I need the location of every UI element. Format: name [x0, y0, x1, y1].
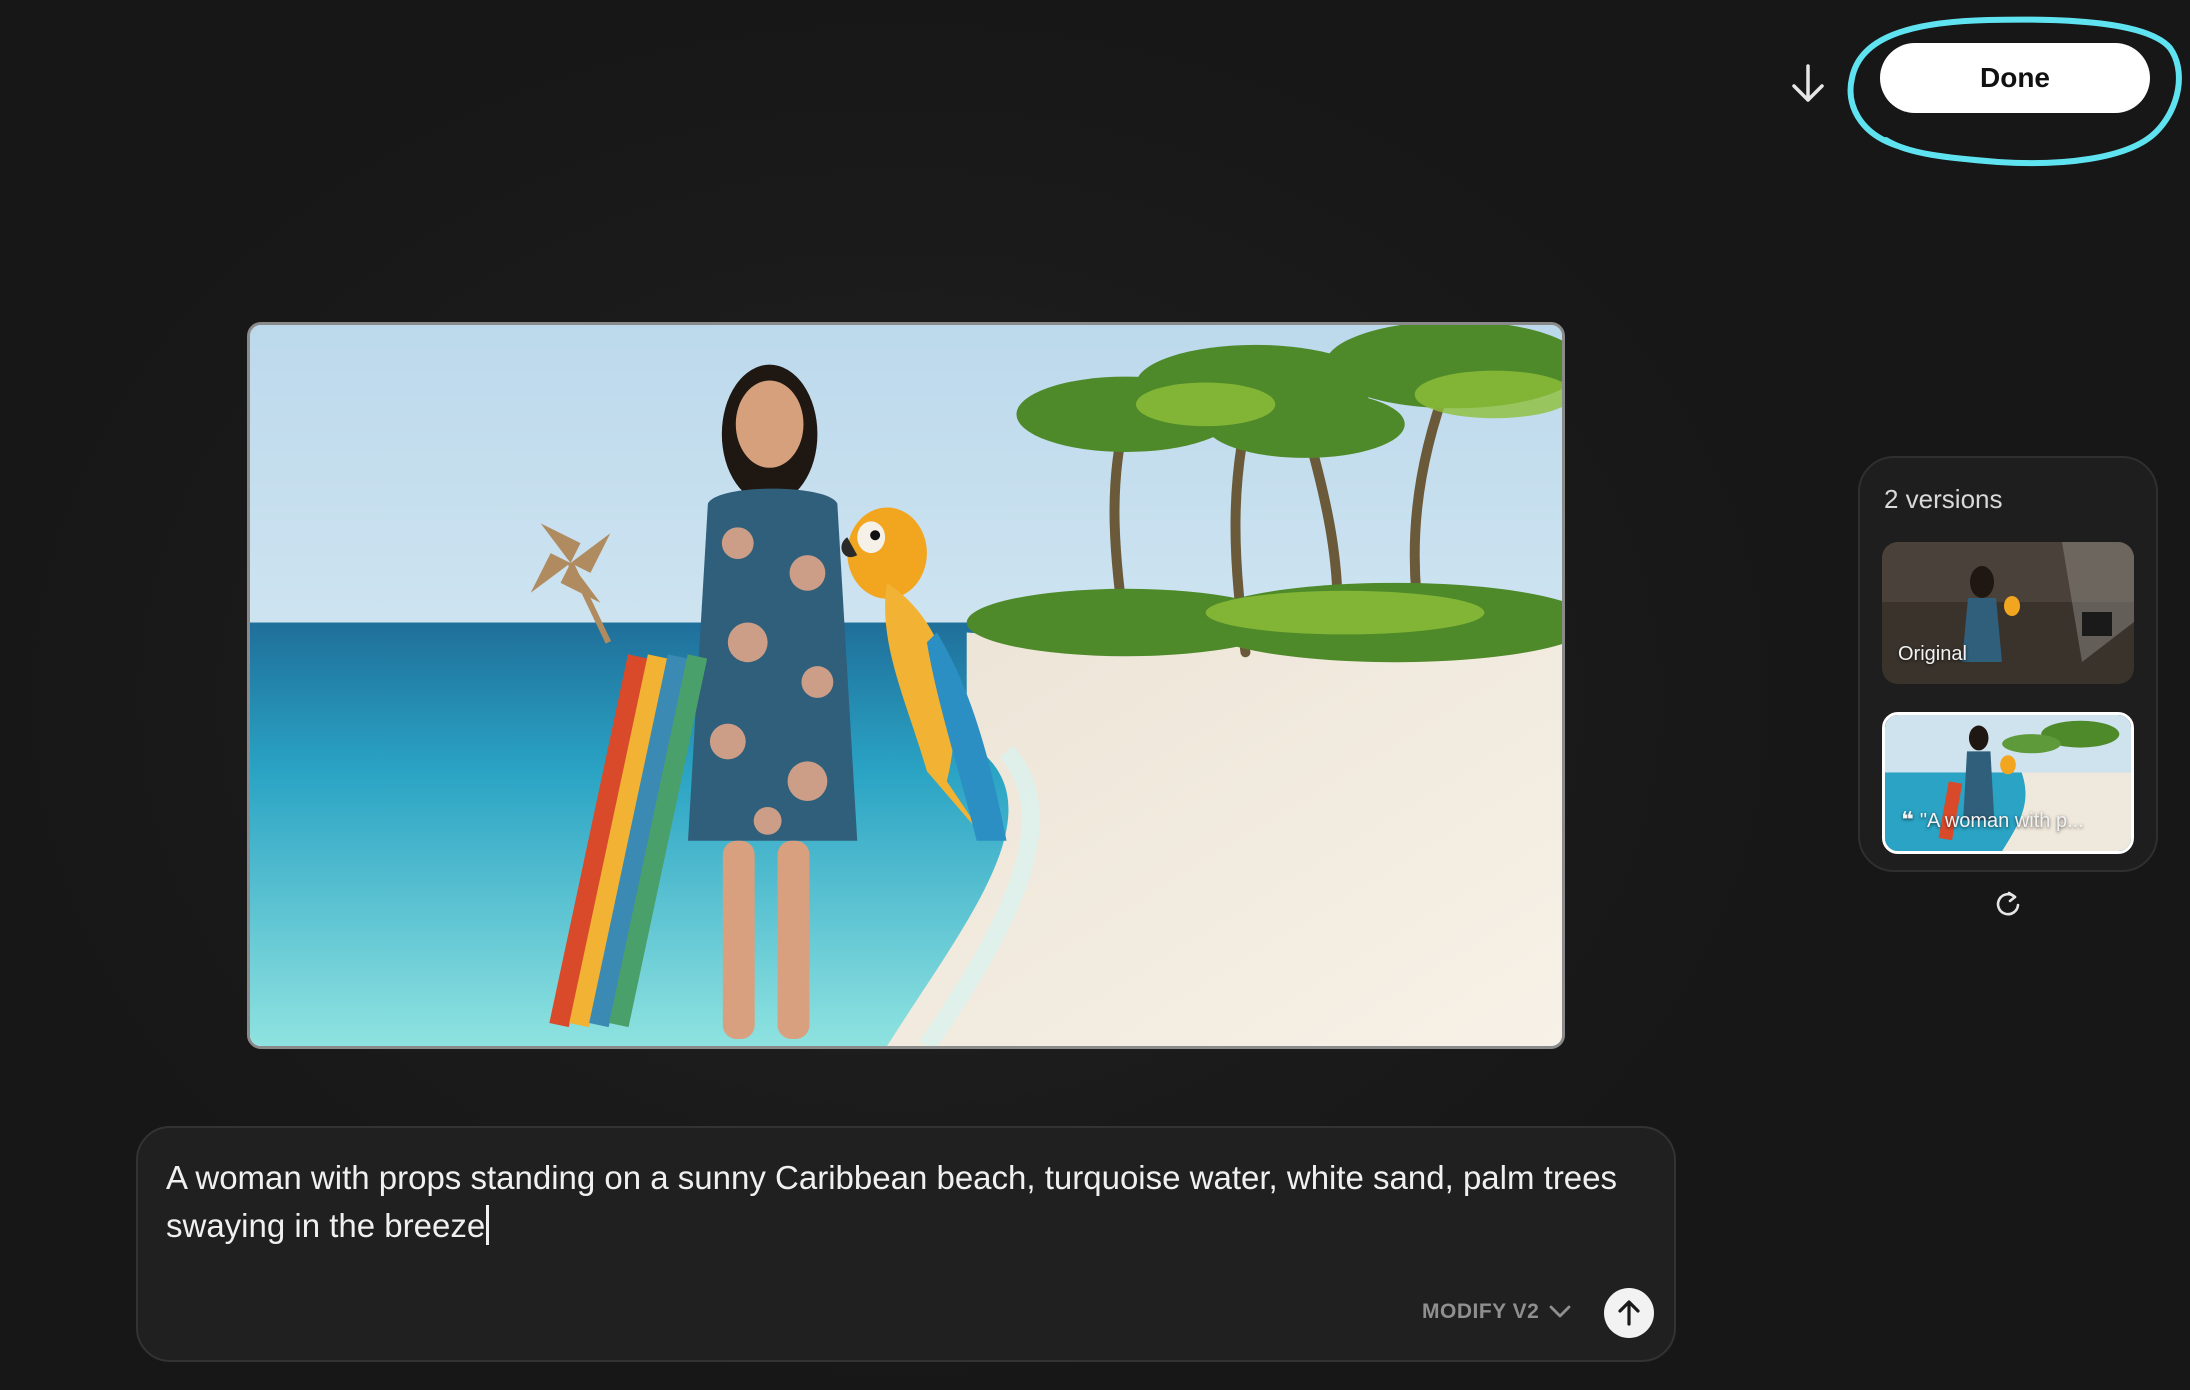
arrow-down-icon: [1792, 64, 1824, 102]
send-button[interactable]: [1604, 1288, 1654, 1338]
version-label: Original: [1898, 643, 1967, 665]
refresh-button[interactable]: [1990, 886, 2026, 922]
version-label: ❝ "A woman with p...: [1901, 807, 2084, 833]
chevron-down-icon: [1549, 1305, 1571, 1318]
version-card-prompt[interactable]: ❝ "A woman with p...: [1882, 712, 2134, 854]
done-button[interactable]: Done: [1880, 43, 2150, 113]
arrow-up-icon: [1618, 1300, 1640, 1326]
prompt-text: A woman with props standing on a sunny C…: [166, 1159, 1618, 1244]
model-select-label: MODIFY V2: [1422, 1300, 1540, 1323]
version-label-text: "A woman with p...: [1919, 810, 2084, 832]
model-select[interactable]: MODIFY V2: [1422, 1292, 1571, 1332]
versions-panel: 2 versions Original ❝ "A woman with p...: [1858, 456, 2158, 872]
version-card-original[interactable]: Original: [1882, 542, 2134, 684]
generated-image: [247, 322, 1565, 1049]
quote-icon: ❝: [1901, 807, 1914, 832]
refresh-icon: [1996, 891, 2020, 916]
editor-stage: Done 2 versions Original ❝ "A woman with…: [0, 0, 2190, 1390]
versions-title: 2 versions: [1884, 484, 2003, 514]
text-caret: [486, 1205, 490, 1245]
download-button[interactable]: [1780, 56, 1836, 112]
prompt-input[interactable]: A woman with props standing on a sunny C…: [166, 1154, 1646, 1250]
prompt-box[interactable]: A woman with props standing on a sunny C…: [136, 1126, 1676, 1362]
